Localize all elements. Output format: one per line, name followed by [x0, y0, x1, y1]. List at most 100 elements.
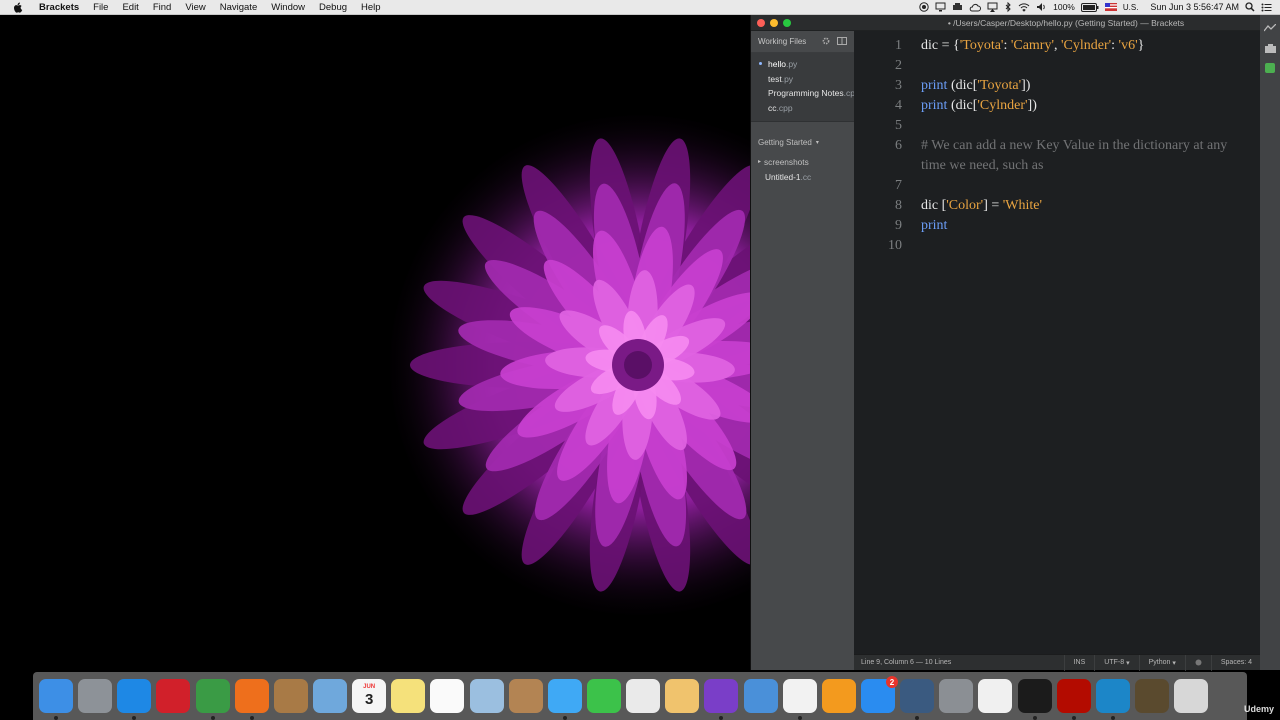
code-line[interactable]: 6 # We can add a new Key Value in the dic… — [854, 136, 1261, 176]
running-indicator — [797, 716, 802, 720]
spotlight-search-icon[interactable] — [1245, 1, 1255, 13]
preview-icon[interactable] — [312, 679, 347, 713]
keynote-desk-icon[interactable] — [665, 679, 700, 713]
file-sidebar: Working Files hello .py test .py Programming… — [751, 31, 854, 670]
encoding-select[interactable]: UTF-8 ▾ — [1094, 654, 1138, 671]
numbers-icon[interactable] — [626, 679, 661, 713]
menu-file[interactable]: File — [86, 2, 115, 13]
split-view-icon[interactable] — [837, 36, 847, 47]
language-select[interactable]: Python ▾ — [1138, 654, 1185, 671]
code-line[interactable]: 10 — [854, 236, 1261, 256]
line-content — [902, 116, 1242, 136]
line-number: 5 — [895, 118, 902, 133]
code-line[interactable]: 8 dic ['Color'] = 'White' — [854, 196, 1261, 216]
menu-find[interactable]: Find — [146, 2, 178, 13]
screen-share-icon[interactable] — [935, 1, 946, 13]
input-flag-icon[interactable] — [1104, 1, 1117, 13]
notes-stack-icon[interactable] — [273, 679, 308, 713]
menubar-clock[interactable]: Sun Jun 3 5:56:47 AM — [1144, 1, 1239, 13]
cursor-position[interactable]: Line 9, Column 6 — 10 Lines — [854, 659, 951, 666]
running-indicator — [1032, 716, 1037, 720]
working-file-item[interactable]: cc .cpp — [751, 101, 854, 116]
document-icon[interactable] — [1134, 679, 1169, 713]
live-preview-icon[interactable] — [1263, 21, 1277, 35]
code-line[interactable]: 2 — [854, 56, 1261, 76]
keynote-icon[interactable] — [743, 679, 778, 713]
code-line[interactable]: 7 — [854, 176, 1261, 196]
indent-spaces-setting[interactable]: Spaces: 4 — [1210, 654, 1261, 671]
window-titlebar[interactable]: • /Users/Casper/Desktop/hello.py (Gettin… — [751, 15, 1261, 31]
code-editor[interactable]: 1 dic = {'Toyota': 'Camry', 'Cylnder': 'v… — [854, 31, 1261, 654]
record-icon[interactable] — [919, 1, 929, 13]
working-file-item[interactable]: Programming Notes .cp — [751, 86, 854, 101]
printer-icon[interactable] — [952, 1, 963, 13]
input-source-label[interactable]: U.S. — [1123, 1, 1139, 13]
notification-center-icon[interactable] — [1261, 1, 1272, 13]
working-file-item[interactable]: hello .py — [751, 57, 854, 72]
line-number: 10 — [888, 238, 902, 253]
battery-icon[interactable] — [1080, 1, 1099, 13]
code-token: ]) — [1021, 78, 1031, 93]
code-line[interactable]: 3 print (dic['Toyota']) — [854, 76, 1261, 96]
menu-help[interactable]: Help — [354, 2, 388, 13]
photo-preview-icon[interactable] — [469, 679, 504, 713]
contacts-icon[interactable] — [508, 679, 543, 713]
chrome-icon[interactable] — [195, 679, 230, 720]
line-content: print — [902, 216, 1242, 236]
safari-icon[interactable] — [117, 679, 152, 720]
bluetooth-icon[interactable] — [1004, 1, 1012, 13]
insert-mode-toggle[interactable]: INS — [1063, 654, 1095, 671]
code-line[interactable]: 4 print (dic['Cylnder']) — [854, 96, 1261, 116]
acrobat-icon[interactable] — [1056, 679, 1091, 720]
brackets-icon[interactable] — [1095, 679, 1130, 720]
keyword-token: print — [921, 98, 948, 113]
facetime-icon[interactable] — [586, 679, 621, 713]
volume-icon[interactable] — [1036, 1, 1047, 13]
code-line[interactable]: 1 dic = {'Toyota': 'Camry', 'Cylnder': 'v… — [854, 36, 1261, 56]
running-indicator — [915, 716, 920, 720]
working-file-item[interactable]: test .py — [751, 72, 854, 87]
apple-logo-icon[interactable] — [12, 1, 24, 13]
menu-edit[interactable]: Edit — [115, 2, 145, 13]
textedit-icon[interactable] — [978, 679, 1013, 713]
stickies-icon[interactable] — [391, 679, 426, 713]
extension-manager-icon[interactable] — [1263, 41, 1277, 55]
dock: JUN 3 2 — [33, 672, 1247, 720]
menu-app-name[interactable]: Brackets — [32, 2, 86, 13]
tree-folder[interactable]: ▸ screenshots — [751, 154, 854, 169]
imovie-icon[interactable] — [704, 679, 739, 720]
itunes-icon[interactable] — [782, 679, 817, 720]
messages-icon[interactable] — [547, 679, 582, 720]
menu-view[interactable]: View — [178, 2, 212, 13]
finder-icon[interactable] — [39, 679, 73, 720]
launchpad-icon[interactable] — [78, 679, 113, 713]
menu-window[interactable]: Window — [264, 2, 312, 13]
modified-dot-icon — [759, 62, 762, 65]
dock-icon-text: 3 — [364, 691, 374, 708]
code-line[interactable]: 5 — [854, 116, 1261, 136]
airplay-icon[interactable] — [987, 1, 998, 13]
code-line[interactable]: 9 print — [854, 216, 1261, 236]
menu-navigate[interactable]: Navigate — [213, 2, 265, 13]
wifi-icon[interactable] — [1018, 1, 1030, 13]
system-preferences-icon[interactable] — [939, 679, 974, 713]
extension-green-icon[interactable] — [1263, 61, 1277, 75]
menu-debug[interactable]: Debug — [312, 2, 354, 13]
opera-icon[interactable] — [156, 679, 191, 713]
line-content: dic = {'Toyota': 'Camry', 'Cylnder': 'v6… — [902, 36, 1242, 56]
project-dropdown[interactable]: Getting Started ▾ — [751, 130, 854, 154]
linter-status-icon[interactable] — [1184, 654, 1211, 671]
firefox-icon[interactable] — [234, 679, 269, 720]
gear-icon[interactable] — [822, 37, 830, 47]
reminders-icon[interactable] — [430, 679, 465, 713]
quicktime-icon[interactable] — [900, 679, 935, 720]
trash-icon[interactable] — [1174, 679, 1209, 713]
tree-file[interactable]: Untitled-1 .cc — [751, 169, 854, 184]
calendar-icon[interactable]: JUN 3 — [352, 679, 387, 713]
terminal-icon[interactable] — [1017, 679, 1052, 720]
app-store-icon[interactable]: 2 — [860, 676, 898, 713]
battery-percent: 100% — [1053, 2, 1075, 12]
cloud-icon[interactable] — [969, 1, 982, 13]
brackets-window: • /Users/Casper/Desktop/hello.py (Gettin… — [750, 15, 1261, 671]
ibooks-icon[interactable] — [821, 679, 856, 713]
